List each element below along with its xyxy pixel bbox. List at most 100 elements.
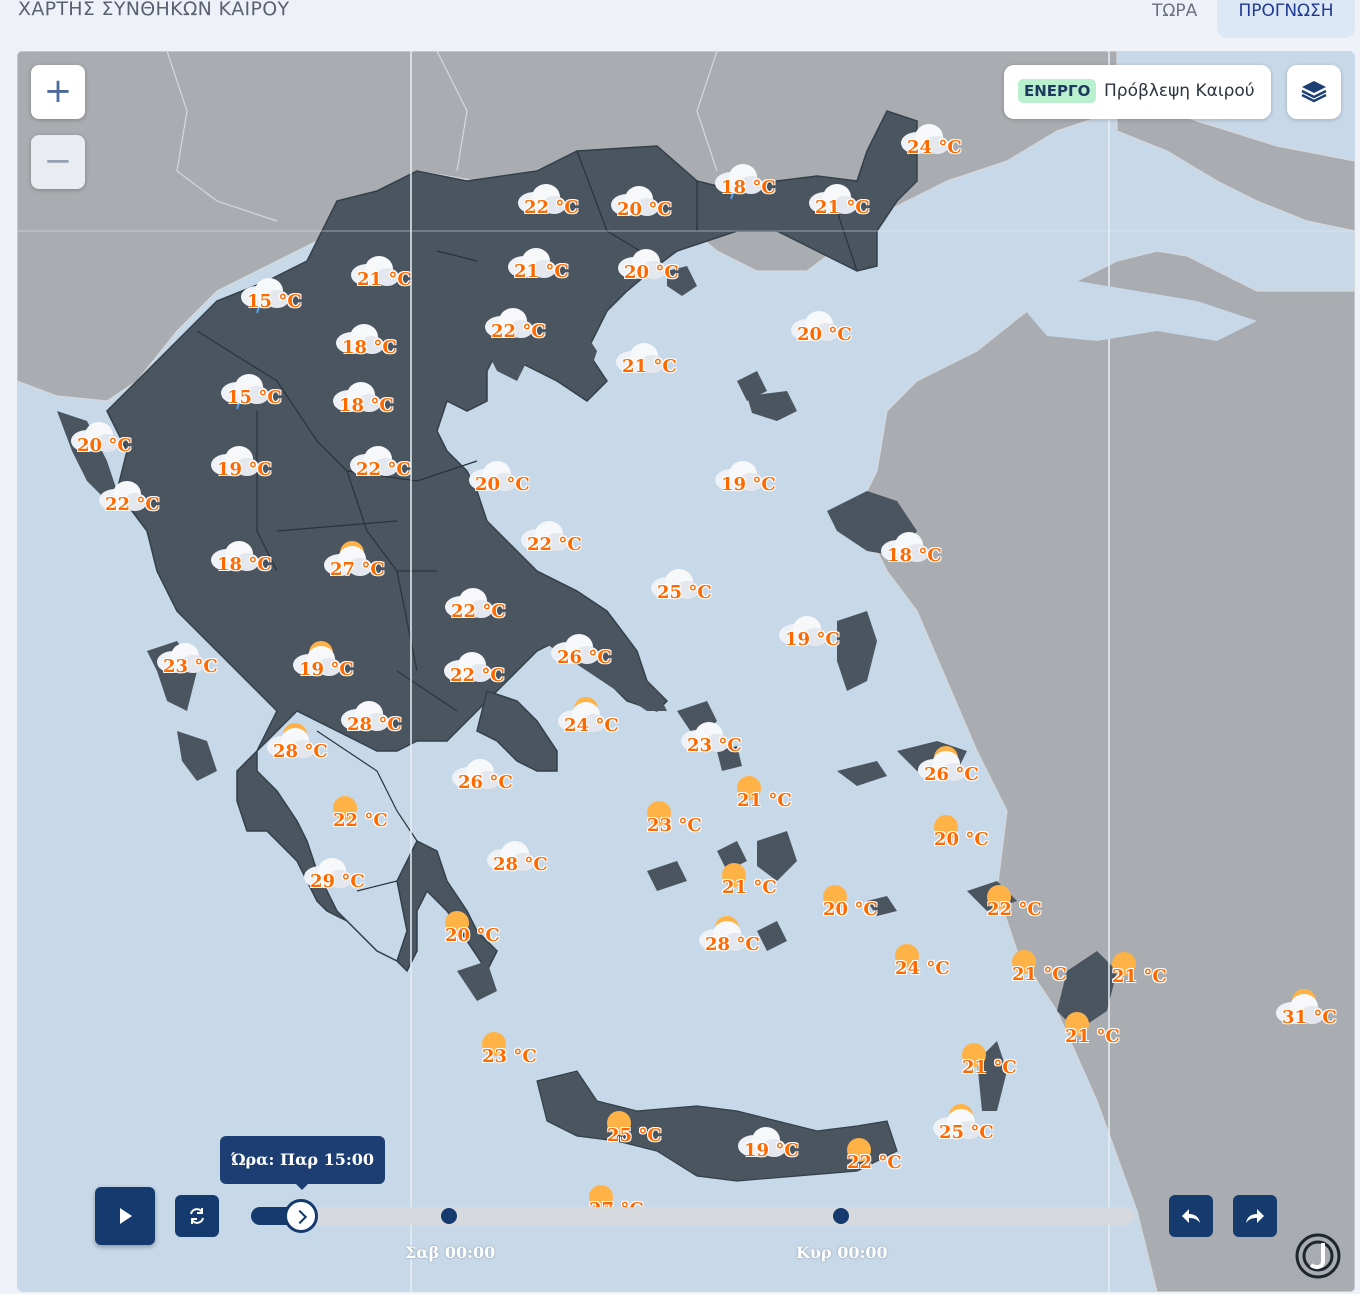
temperature-label: 28 °C [705,934,760,955]
weather-marker[interactable]: 19 °C [775,616,851,661]
weather-marker[interactable]: 15 °C [237,278,313,323]
weather-marker[interactable]: 19 °C [734,1127,810,1172]
timeline-tick-label: Σαβ 00:00 [405,1243,496,1262]
temperature-label: 21 °C [1065,1026,1120,1047]
weather-marker[interactable]: 22 °C [323,796,399,842]
weather-marker[interactable]: 22 °C [441,588,517,633]
weather-marker[interactable]: 20 °C [607,186,683,231]
weather-marker[interactable]: 19 °C [711,461,787,506]
weather-marker[interactable]: 20 °C [924,815,1000,861]
weather-marker[interactable]: 24 °C [554,697,630,747]
weather-marker[interactable]: 22 °C [977,885,1053,931]
weather-marker[interactable]: 20 °C [67,422,143,467]
timeline-track[interactable] [251,1207,1135,1225]
previous-button[interactable] [1169,1195,1213,1237]
next-button[interactable] [1233,1195,1277,1237]
weather-marker[interactable]: 21 °C [805,184,881,229]
weather-marker[interactable]: 26 °C [448,759,524,804]
timeline-handle[interactable] [284,1199,318,1233]
weather-marker[interactable]: 20 °C [787,311,863,356]
active-layer-pill[interactable]: ΕΝΕΡΓΟ Πρόβλεψη Καιρού [1004,65,1271,119]
weather-marker[interactable]: 31 °C [1272,989,1348,1039]
weather-marker[interactable]: 21 °C [1102,952,1178,998]
weather-marker[interactable]: 27 °C [320,541,396,591]
weather-marker[interactable]: 22 °C [514,184,590,229]
loop-button[interactable] [175,1195,219,1237]
temperature-label: 21 °C [1112,966,1167,987]
weather-marker[interactable]: 22 °C [440,652,516,697]
weather-marker[interactable]: 25 °C [647,569,723,614]
weather-marker[interactable]: 21 °C [712,863,788,909]
weather-marker[interactable]: 26 °C [547,634,623,679]
weather-marker[interactable]: 19 °C [289,641,365,691]
layers-button[interactable] [1287,65,1341,119]
weather-marker[interactable]: 20 °C [813,885,889,931]
temperature-label: 18 °C [339,395,394,416]
temperature-label: 21 °C [815,197,870,218]
weather-marker[interactable]: 22 °C [517,521,593,566]
play-button[interactable] [95,1187,155,1245]
weather-marker[interactable]: 24 °C [897,124,973,169]
weather-marker[interactable]: 22 °C [837,1138,913,1184]
weather-marker[interactable]: 19 °C [207,446,283,491]
temperature-label: 22 °C [987,899,1042,920]
weather-map[interactable]: 24 °C 22 °C 20 °C 18 °C 21 °C 21 °C 21 °C 20 °C… [17,51,1355,1292]
weather-marker[interactable]: 18 °C [332,324,408,369]
temperature-label: 15 °C [247,291,302,312]
weather-marker[interactable]: 23 °C [153,643,229,688]
weather-marker[interactable]: 21 °C [727,776,803,822]
weather-marker[interactable]: 21 °C [952,1043,1028,1089]
tab-now[interactable]: ΤΩΡΑ [1136,0,1213,38]
weather-marker[interactable]: 24 °C [885,944,961,990]
weather-marker[interactable]: 21 °C [1055,1012,1131,1058]
weather-marker[interactable]: 20 °C [465,461,541,506]
weather-marker[interactable]: 18 °C [207,541,283,586]
temperature-label: 25 °C [657,582,712,603]
temperature-label: 26 °C [458,772,513,793]
weather-marker[interactable]: 23 °C [472,1032,548,1078]
temperature-label: 22 °C [105,494,160,515]
timeline-tick-dot[interactable] [441,1208,457,1224]
weather-marker[interactable]: 25 °C [929,1104,1005,1154]
weather-marker[interactable]: 22 °C [346,446,422,491]
weather-marker[interactable]: 18 °C [329,382,405,427]
weather-marker[interactable]: 28 °C [483,841,559,886]
weather-marker[interactable]: 21 °C [612,343,688,388]
weather-marker[interactable]: 25 °C [597,1111,673,1157]
weather-marker[interactable]: 26 °C [914,746,990,796]
weather-marker[interactable]: 28 °C [263,723,339,773]
page-title: ΧΑΡΤΗΣ ΣΥΝΘΗΚΩΝ ΚΑΙΡΟΥ [18,0,290,20]
weather-marker[interactable]: 21 °C [1002,950,1078,996]
weather-marker[interactable]: 22 °C [481,308,557,353]
temperature-label: 18 °C [217,554,272,575]
weather-marker[interactable]: 21 °C [347,256,423,301]
weather-marker[interactable]: 23 °C [637,801,713,847]
temperature-label: 23 °C [647,815,702,836]
weather-marker[interactable]: 21 °C [504,248,580,293]
weather-marker[interactable]: 20 °C [435,911,511,957]
temperature-label: 21 °C [514,261,569,282]
timeline-tick-dot[interactable] [833,1208,849,1224]
weather-marker[interactable]: 18 °C [877,532,953,577]
temperature-label: 20 °C [617,199,672,220]
weather-marker[interactable]: 20 °C [614,249,690,294]
zoom-out-button[interactable]: − [31,135,85,189]
reply-icon [1182,1209,1200,1223]
temperature-label: 23 °C [687,735,742,756]
loop-icon [190,1208,204,1224]
zoom-in-button[interactable]: + [31,65,85,119]
weather-marker[interactable]: 23 °C [677,722,753,767]
temperature-label: 26 °C [924,764,979,785]
weather-marker[interactable]: 29 °C [300,858,376,903]
weather-marker[interactable]: 15 °C [217,374,293,419]
weather-marker[interactable]: 28 °C [695,916,771,966]
temperature-label: 19 °C [721,474,776,495]
temperature-label: 18 °C [721,177,776,198]
weather-marker[interactable]: 18 °C [711,164,787,209]
weather-marker[interactable]: 22 °C [95,481,171,526]
tab-forecast[interactable]: ΠΡΟΓΝΩΣΗ [1217,0,1355,38]
timeline-tick-label: Κυρ 00:00 [796,1243,888,1262]
temperature-label: 21 °C [622,356,677,377]
layer-name: Πρόβλεψη Καιρού [1104,81,1255,101]
weather-marker[interactable]: 28 °C [337,701,413,746]
